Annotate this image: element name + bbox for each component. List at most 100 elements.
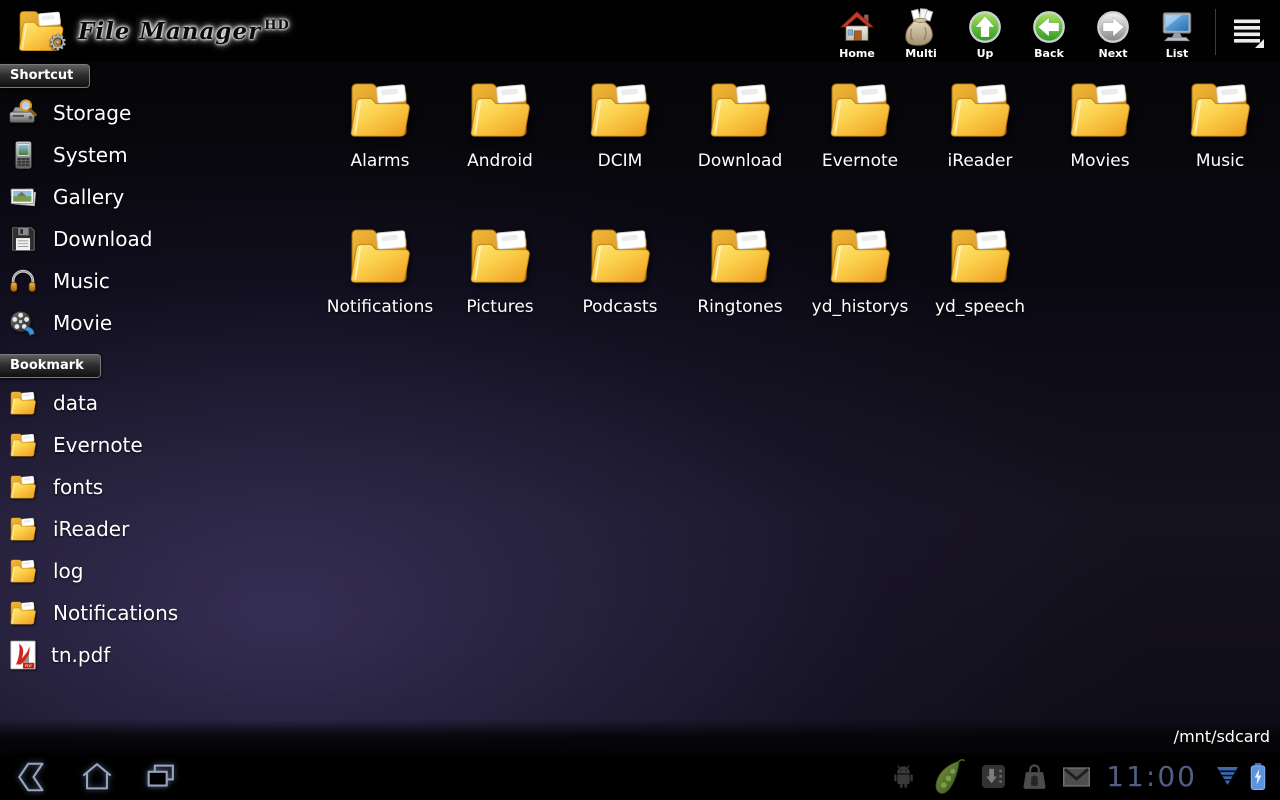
folder-icon (345, 78, 415, 142)
folder-icon (465, 224, 535, 288)
folder-item[interactable]: Podcasts (560, 208, 680, 354)
bookmark-item-ireader[interactable]: iReader (0, 508, 320, 550)
bookmark-item-data[interactable]: data (0, 382, 320, 424)
folder-label: iReader (948, 151, 1013, 171)
folder-label: DCIM (598, 151, 643, 171)
app-header: ⚙ File ManagerHD Home Multi (0, 0, 1280, 62)
screen: { "app": { "title": "File Manager", "tit… (0, 0, 1280, 800)
gallery-icon (8, 182, 38, 212)
folder-label: Podcasts (583, 297, 658, 317)
folder-icon (8, 388, 38, 418)
folder-item[interactable]: Download (680, 62, 800, 208)
sidebar-item-music[interactable]: Music (0, 260, 320, 302)
toolbar-button-multi[interactable]: Multi (889, 3, 953, 60)
next-arrow-icon (1094, 8, 1132, 46)
nav-back-icon (15, 759, 51, 795)
folder-item[interactable]: Alarms (320, 62, 440, 208)
market-bag-icon[interactable] (1022, 763, 1047, 790)
app-title: File ManagerHD (78, 18, 290, 45)
movie-reel-icon (8, 308, 38, 338)
folder-icon (8, 598, 38, 628)
download-status-icon[interactable] (981, 764, 1006, 789)
shortcut-section-header: Shortcut (0, 64, 90, 88)
sidebar-item-movie[interactable]: Movie (0, 302, 320, 344)
nav-recents-icon (143, 759, 179, 795)
system-clock[interactable]: 11:00 (1106, 760, 1197, 793)
folder-item[interactable]: Ringtones (680, 208, 800, 354)
app-logo: ⚙ File ManagerHD (14, 7, 290, 55)
toolbar-separator (1215, 9, 1216, 55)
toolbar-button-up[interactable]: Up (953, 3, 1017, 60)
app-logo-gear-icon: ⚙ (48, 31, 68, 56)
gmail-icon[interactable] (1063, 767, 1090, 787)
list-view-icon (1158, 8, 1196, 46)
folder-icon (825, 78, 895, 142)
battery-charging-icon[interactable] (1250, 763, 1266, 790)
folder-item[interactable]: Evernote (800, 62, 920, 208)
folder-icon (705, 224, 775, 288)
folder-icon (585, 78, 655, 142)
nav-home-button[interactable] (78, 758, 116, 796)
folder-icon (8, 472, 38, 502)
toolbar-button-back[interactable]: Back (1017, 3, 1081, 60)
current-path: /mnt/sdcard (1174, 727, 1270, 746)
folder-item[interactable]: Movies (1040, 62, 1160, 208)
folder-icon (945, 78, 1015, 142)
back-arrow-icon (1030, 8, 1068, 46)
toolbar-button-next[interactable]: Next (1081, 3, 1145, 60)
folder-icon (465, 78, 535, 142)
folder-label: Android (467, 151, 533, 171)
folder-label: Evernote (822, 151, 898, 171)
folder-label: Pictures (466, 297, 533, 317)
storage-icon (8, 98, 38, 128)
bookmark-item-log[interactable]: log (0, 550, 320, 592)
folder-item[interactable]: Music (1160, 62, 1280, 208)
toolbar-button-list[interactable]: List (1145, 3, 1209, 60)
wifi-signal-icon[interactable] (1217, 767, 1238, 786)
bookmark-item-evernote[interactable]: Evernote (0, 424, 320, 466)
pdf-file-icon (10, 640, 36, 670)
sidebar-item-gallery[interactable]: Gallery (0, 176, 320, 218)
app-title-hd: HD (264, 18, 290, 33)
usb-debug-robot-icon[interactable] (892, 764, 915, 790)
system-device-icon (8, 140, 38, 170)
toolbar: Home Multi Up Back (825, 3, 1280, 60)
sidebar-item-storage[interactable]: Storage (0, 92, 320, 134)
music-headphones-icon (8, 266, 38, 296)
bookmark-item-fonts[interactable]: fonts (0, 466, 320, 508)
folder-icon (8, 514, 38, 544)
overflow-menu-button[interactable] (1226, 3, 1272, 49)
pea-pod-notification-icon[interactable] (931, 758, 965, 796)
bookmark-item-notifications[interactable]: Notifications (0, 592, 320, 634)
folder-item[interactable]: DCIM (560, 62, 680, 208)
sidebar-item-system[interactable]: System (0, 134, 320, 176)
home-icon (838, 8, 876, 46)
path-bar: /mnt/sdcard (0, 719, 1280, 753)
bookmark-item-tn-pdf[interactable]: tn.pdf (0, 634, 320, 676)
folder-label: Movies (1070, 151, 1129, 171)
folder-item[interactable]: iReader (920, 62, 1040, 208)
folder-item[interactable]: yd_historys (800, 208, 920, 354)
nav-recents-button[interactable] (142, 758, 180, 796)
toolbar-button-home[interactable]: Home (825, 3, 889, 60)
folder-item[interactable]: yd_speech (920, 208, 1040, 354)
folder-item[interactable]: Pictures (440, 208, 560, 354)
folder-icon (585, 224, 655, 288)
bookmark-section-header: Bookmark (0, 354, 101, 378)
folder-label: Ringtones (697, 297, 782, 317)
folder-icon (1065, 78, 1135, 142)
folder-label: Download (698, 151, 783, 171)
folder-icon (8, 556, 38, 586)
content-area: Shortcut Storage System (0, 62, 1280, 753)
nav-back-button[interactable] (14, 758, 52, 796)
folder-item[interactable]: Notifications (320, 208, 440, 354)
sidebar: Shortcut Storage System (0, 62, 320, 676)
folder-label: Music (1196, 151, 1244, 171)
folder-label: Alarms (351, 151, 410, 171)
folder-icon (345, 224, 415, 288)
folder-label: Notifications (327, 297, 433, 317)
folder-item[interactable]: Android (440, 62, 560, 208)
menu-icon (1233, 17, 1265, 49)
file-grid: Alarms Android DCIM Download Evernote (320, 62, 1280, 354)
sidebar-item-download[interactable]: Download (0, 218, 320, 260)
